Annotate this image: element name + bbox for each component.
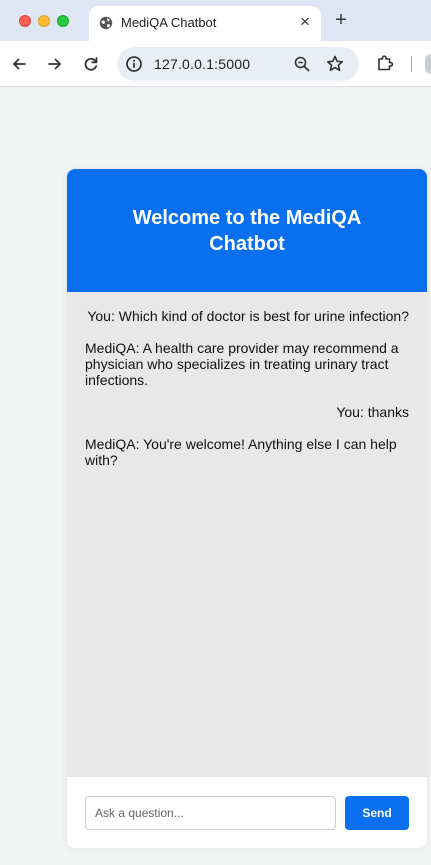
new-tab-button[interactable]: + (332, 9, 350, 31)
info-icon[interactable] (125, 55, 143, 73)
chat-container: Welcome to the MediQA Chatbot You: Which… (67, 169, 427, 848)
question-input[interactable] (85, 796, 336, 830)
browser-tab-strip: MediQA Chatbot × + (0, 0, 431, 41)
star-icon[interactable] (325, 54, 345, 74)
page-title: Welcome to the MediQA Chatbot (132, 206, 362, 255)
chat-messages[interactable]: You: Which kind of doctor is best for ur… (67, 292, 427, 777)
user-message: You: Which kind of doctor is best for ur… (87, 308, 409, 324)
maximize-window-button[interactable] (57, 15, 69, 27)
close-icon[interactable]: × (296, 13, 314, 31)
bot-message: MediQA: A health care provider may recom… (85, 340, 399, 388)
profile-avatar[interactable] (425, 54, 431, 74)
tab-title: MediQA Chatbot (121, 15, 217, 30)
chat-header: Welcome to the MediQA Chatbot (67, 169, 427, 292)
toolbar-divider (411, 56, 412, 72)
minimize-window-button[interactable] (38, 15, 50, 27)
address-bar[interactable]: 127.0.0.1:5000 (117, 47, 359, 81)
browser-tab[interactable]: MediQA Chatbot × (89, 6, 321, 41)
close-window-button[interactable] (19, 15, 31, 27)
input-bar: Send (67, 777, 427, 848)
send-button[interactable]: Send (345, 796, 409, 830)
user-message: You: thanks (336, 404, 409, 420)
bot-message: MediQA: You're welcome! Anything else I … (85, 436, 397, 468)
reload-icon[interactable] (80, 53, 102, 75)
extensions-icon[interactable] (375, 53, 395, 73)
forward-icon[interactable] (44, 53, 66, 75)
url-text[interactable]: 127.0.0.1:5000 (154, 56, 250, 72)
zoom-icon[interactable] (293, 55, 311, 73)
back-icon[interactable] (8, 53, 30, 75)
browser-toolbar: 127.0.0.1:5000 (0, 41, 431, 87)
globe-icon (99, 16, 113, 30)
